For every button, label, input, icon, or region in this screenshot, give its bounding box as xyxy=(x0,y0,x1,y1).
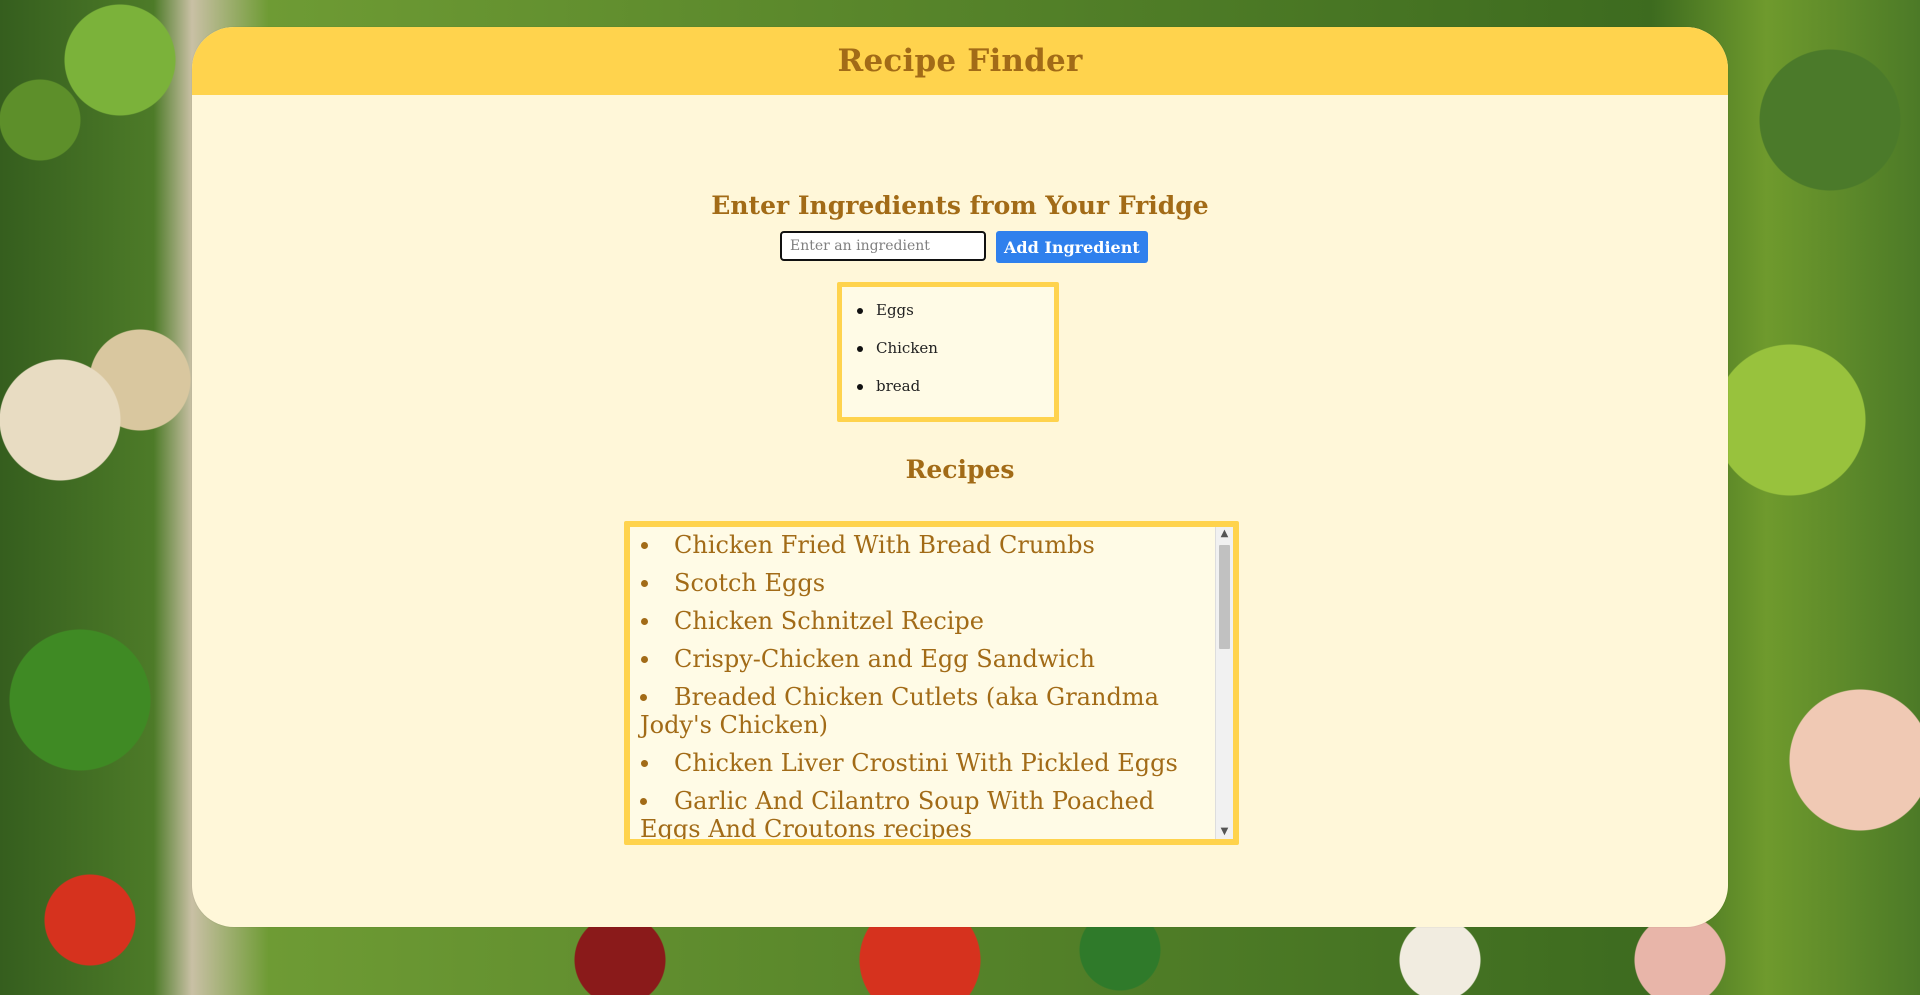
ingredient-item-bread: bread xyxy=(857,377,1054,415)
ingredient-item-chicken: Chicken xyxy=(857,339,1054,377)
scroll-down-arrow-icon[interactable]: ▼ xyxy=(1216,825,1233,839)
recipe-item-4[interactable]: Crispy-Chicken and Egg Sandwich xyxy=(640,645,1207,673)
ingredient-input[interactable] xyxy=(780,231,986,261)
recipe-item-5[interactable]: Breaded Chicken Cutlets (aka Grandma Jod… xyxy=(640,683,1207,739)
recipes-section-title: Recipes xyxy=(905,455,1015,484)
ingredient-item-eggs: Eggs xyxy=(857,301,1054,339)
ingredients-list: Eggs Chicken bread xyxy=(842,287,1054,415)
recipe-item-2[interactable]: Scotch Eggs xyxy=(640,569,1207,597)
page-background: { "header": { "title": "Recipe Finder" }… xyxy=(0,0,1920,995)
scroll-up-arrow-icon[interactable]: ▲ xyxy=(1216,527,1233,541)
app-title: Recipe Finder xyxy=(837,43,1083,79)
recipe-item-3[interactable]: Chicken Schnitzel Recipe xyxy=(640,607,1207,635)
recipes-list: Chicken Fried With Bread Crumbs Scotch E… xyxy=(630,527,1215,839)
recipe-item-6[interactable]: Chicken Liver Crostini With Pickled Eggs xyxy=(640,749,1207,777)
recipes-scroll-area[interactable]: Chicken Fried With Bread Crumbs Scotch E… xyxy=(630,527,1215,839)
ingredients-list-box: Eggs Chicken bread xyxy=(837,282,1059,422)
recipe-finder-panel: Recipe Finder Enter Ingredients from You… xyxy=(192,27,1728,927)
app-header: Recipe Finder xyxy=(192,27,1728,95)
recipes-list-box: Chicken Fried With Bread Crumbs Scotch E… xyxy=(624,521,1239,845)
recipe-item-7[interactable]: Garlic And Cilantro Soup With Poached Eg… xyxy=(640,787,1207,839)
scrollbar-thumb[interactable] xyxy=(1219,545,1230,649)
recipes-scrollbar[interactable]: ▲ ▼ xyxy=(1215,527,1233,839)
ingredient-input-row: Add Ingredient xyxy=(780,231,1148,271)
main-content: Enter Ingredients from Your Fridge Add I… xyxy=(192,95,1728,927)
add-ingredient-button[interactable]: Add Ingredient xyxy=(996,231,1148,263)
ingredients-section-title: Enter Ingredients from Your Fridge xyxy=(711,191,1209,220)
recipe-item-1[interactable]: Chicken Fried With Bread Crumbs xyxy=(640,531,1207,559)
